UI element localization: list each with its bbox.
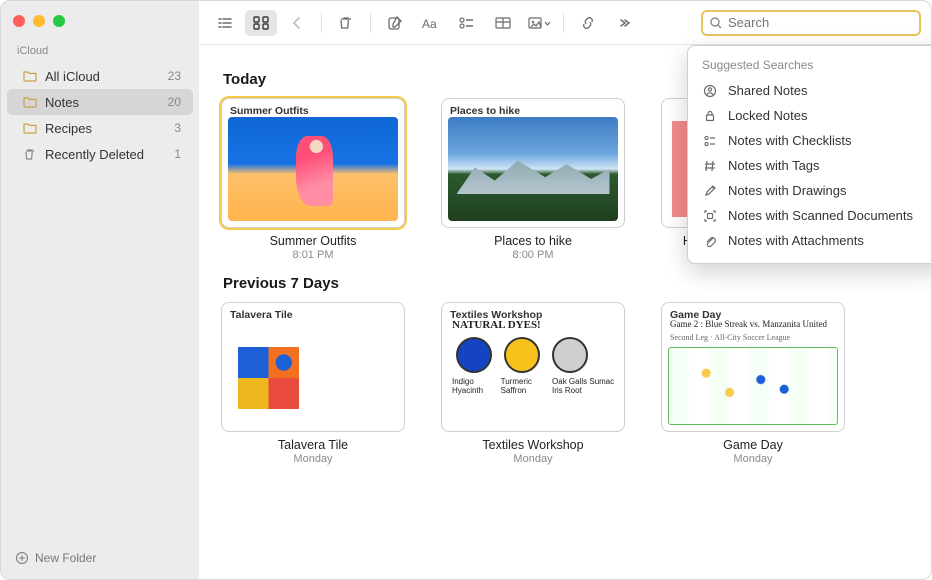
fullscreen-window-button[interactable] xyxy=(53,15,65,27)
toolbar-separator xyxy=(370,13,371,33)
suggested-item-drawings[interactable]: Notes with Drawings xyxy=(688,178,932,203)
thumb-subtext: Second Leg · All-City Soccer League xyxy=(670,333,790,342)
link-button[interactable] xyxy=(572,10,604,36)
pencil-icon xyxy=(702,184,718,198)
svg-text:Aa: Aa xyxy=(422,17,437,30)
suggested-item-attachments[interactable]: Notes with Attachments xyxy=(688,228,932,253)
suggested-item-locked-notes[interactable]: Locked Notes xyxy=(688,103,932,128)
delete-note-button[interactable] xyxy=(330,10,362,36)
window-controls xyxy=(1,9,199,41)
checklist-icon xyxy=(702,134,718,148)
note-card[interactable]: Game Day Game 2 : Blue Streak vs. Manzan… xyxy=(661,302,845,465)
search-input[interactable] xyxy=(728,15,913,30)
search-field[interactable] xyxy=(701,10,921,36)
suggested-searches-header: Suggested Searches xyxy=(688,54,932,78)
text-format-button[interactable]: Aa xyxy=(415,10,447,36)
sidebar-section-label: iCloud xyxy=(1,41,199,63)
sidebar-item-all-icloud[interactable]: All iCloud 23 xyxy=(7,63,193,89)
compose-note-button[interactable] xyxy=(379,10,411,36)
notes-grid-previous: Talavera Tile Talavera Tile Monday Texti… xyxy=(221,302,909,465)
suggested-item-scanned-documents[interactable]: Notes with Scanned Documents xyxy=(688,203,932,228)
note-time: Monday xyxy=(221,453,405,465)
note-title: Summer Outfits xyxy=(221,234,405,248)
toolbar-separator xyxy=(321,13,322,33)
note-title: Game Day xyxy=(661,438,845,452)
note-thumbnail: Textiles Workshop NATURAL DYES! Indigo H… xyxy=(441,302,625,432)
plus-circle-icon xyxy=(15,551,29,565)
suggested-item-checklists[interactable]: Notes with Checklists xyxy=(688,128,932,153)
note-card[interactable]: Summer Outfits Summer Outfits 8:01 PM xyxy=(221,98,405,261)
lock-icon xyxy=(702,109,718,123)
sidebar-item-recipes[interactable]: Recipes 3 xyxy=(7,115,193,141)
close-window-button[interactable] xyxy=(13,15,25,27)
sidebar-item-label: Recipes xyxy=(45,121,92,136)
note-thumb-art xyxy=(228,117,398,221)
folder-icon xyxy=(23,70,37,82)
note-time: 8:01 PM xyxy=(221,249,405,261)
suggested-searches-popover: Suggested Searches Shared Notes Locked N… xyxy=(687,45,932,264)
note-title: Talavera Tile xyxy=(221,438,405,452)
grid-view-button[interactable] xyxy=(245,10,277,36)
pitch-diagram xyxy=(668,347,838,425)
toolbar-separator xyxy=(563,13,564,33)
note-title: Textiles Workshop xyxy=(441,438,625,452)
list-view-button[interactable] xyxy=(209,10,241,36)
checklist-button[interactable] xyxy=(451,10,483,36)
search-icon xyxy=(709,16,723,30)
sidebar-item-count: 1 xyxy=(174,147,181,161)
thumb-handwritten: NATURAL DYES! xyxy=(452,319,541,331)
sidebar-item-count: 20 xyxy=(168,95,181,109)
sidebar-item-notes[interactable]: Notes 20 xyxy=(7,89,193,115)
back-button[interactable] xyxy=(281,10,313,36)
app-window: iCloud All iCloud 23 Notes 20 Recipes 3 … xyxy=(0,0,932,580)
sidebar-item-label: Recently Deleted xyxy=(45,147,144,162)
hash-icon xyxy=(702,159,718,173)
note-time: 8:00 PM xyxy=(441,249,625,261)
group-label-previous-7-days: Previous 7 Days xyxy=(223,275,907,292)
note-thumb-header: Places to hike xyxy=(450,105,520,117)
folder-icon xyxy=(23,96,37,108)
note-thumbnail: Game Day Game 2 : Blue Streak vs. Manzan… xyxy=(661,302,845,432)
toolbar: Aa xyxy=(199,1,931,45)
note-title: Places to hike xyxy=(441,234,625,248)
table-button[interactable] xyxy=(487,10,519,36)
trash-icon xyxy=(23,147,37,161)
suggested-item-shared-notes[interactable]: Shared Notes xyxy=(688,78,932,103)
new-folder-label: New Folder xyxy=(35,551,96,565)
swatch-oak xyxy=(552,337,588,373)
note-thumb-header: Talavera Tile xyxy=(230,309,293,321)
sidebar-item-count: 23 xyxy=(168,69,181,83)
swatch-labels: Indigo Hyacinth Turmeric Saffron Oak Gal… xyxy=(452,377,618,395)
note-thumbnail: Places to hike xyxy=(441,98,625,228)
note-time: Monday xyxy=(441,453,625,465)
note-thumbnail: Talavera Tile xyxy=(221,302,405,432)
note-time: Monday xyxy=(661,453,845,465)
minimize-window-button[interactable] xyxy=(33,15,45,27)
note-card[interactable]: Places to hike Places to hike 8:00 PM xyxy=(441,98,625,261)
note-thumb-art xyxy=(228,321,398,425)
folder-icon xyxy=(23,122,37,134)
thumb-handwritten: Game 2 : Blue Streak vs. Manzanita Unite… xyxy=(670,319,827,329)
note-thumb-art xyxy=(448,117,618,221)
person-circle-icon xyxy=(702,84,718,98)
note-thumbnail: Summer Outfits xyxy=(221,98,405,228)
overflow-button[interactable] xyxy=(608,10,640,36)
suggested-item-tags[interactable]: Notes with Tags xyxy=(688,153,932,178)
note-card[interactable]: Textiles Workshop NATURAL DYES! Indigo H… xyxy=(441,302,625,465)
sidebar-item-recently-deleted[interactable]: Recently Deleted 1 xyxy=(7,141,193,167)
note-card[interactable]: Talavera Tile Talavera Tile Monday xyxy=(221,302,405,465)
sidebar-item-label: Notes xyxy=(45,95,79,110)
note-thumb-header: Summer Outfits xyxy=(230,105,309,117)
swatch-turmeric xyxy=(504,337,540,373)
main-area: Aa Suggested Searches Shared Notes Locke… xyxy=(199,1,931,579)
new-folder-button[interactable]: New Folder xyxy=(1,543,199,573)
sidebar-item-count: 3 xyxy=(174,121,181,135)
swatch-indigo xyxy=(456,337,492,373)
paperclip-icon xyxy=(702,234,718,248)
scan-icon xyxy=(702,209,718,223)
sidebar-item-label: All iCloud xyxy=(45,69,100,84)
media-menu-button[interactable] xyxy=(523,10,555,36)
sidebar: iCloud All iCloud 23 Notes 20 Recipes 3 … xyxy=(1,1,199,579)
